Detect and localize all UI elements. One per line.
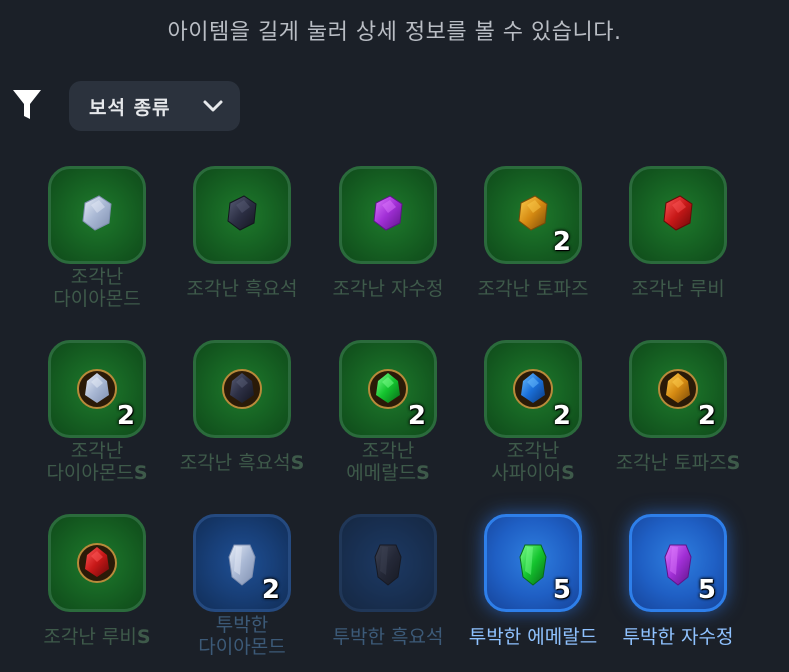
item-tile[interactable]: 2 [48,340,146,438]
set-suffix: S [416,462,430,484]
item-tile[interactable] [193,166,291,264]
set-suffix: S [133,462,148,484]
item-name-line: 조각난 [18,266,176,288]
quantity-badge: 2 [552,401,571,431]
item-name-text: 조각난 토파즈 [477,278,589,300]
item-name-text: 조각난 루비 [43,626,137,648]
item-tile[interactable] [48,166,146,264]
quantity-badge: 2 [261,575,280,605]
item-name: 조각난 루비S [18,626,176,648]
item-tile[interactable]: 5 [484,514,582,612]
item-name: 조각난 루비 [599,278,757,300]
ruby-gem-icon [663,195,693,231]
obsidian-gem-icon [222,369,262,409]
item-name-line: 투박한 에메랄드 [454,626,612,648]
item-name-line: 투박한 흑요석 [309,626,467,648]
item-name-text: 에메랄드 [346,462,417,484]
item-name-line: 조각난 자수정 [309,278,467,300]
item-name: 조각난 다이아몬드 [18,266,176,310]
item-name: 투박한 에메랄드 [454,626,612,648]
item-name-text: 투박한 에메랄드 [468,626,598,648]
item-name-line: 조각난 흑요석 [163,278,321,300]
set-suffix: S [136,626,151,648]
item-name-text: 조각난 [506,440,560,462]
item-name: 조각난 사파이어S [454,440,612,484]
obsidian-gem-icon [227,195,257,231]
item-name-text: 조각난 루비 [631,278,725,300]
item-name: 조각난 토파즈 [454,278,612,300]
item-name-text: 조각난 토파즈 [615,452,727,474]
item-name-text: 조각난 흑요석 [179,452,291,474]
item-name: 투박한 다이아몬드 [163,614,321,658]
obsidian-gem-icon [374,544,402,586]
item-name-line: 조각난 흑요석S [163,452,321,474]
item-name: 조각난 자수정 [309,278,467,300]
item-name-text: 다이아몬드 [198,636,286,658]
item-name-text: 투박한 자수정 [622,626,734,648]
quantity-badge: 2 [552,227,571,257]
item-name: 투박한 흑요석 [309,626,467,648]
item-name-line: 사파이어S [454,462,612,484]
item-name-text: 조각난 [70,266,124,288]
item-name: 조각난 다이아몬드S [18,440,176,484]
set-suffix: S [726,452,741,474]
item-name-line: 조각난 [18,440,176,462]
item-name-line: 조각난 루비 [599,278,757,300]
item-tile[interactable] [339,166,437,264]
item-tile[interactable]: 2 [629,340,727,438]
item-name-text: 다이아몬드 [46,462,134,484]
item-name-line: 다이아몬드S [18,462,176,484]
item-name-text: 조각난 [361,440,415,462]
ruby-gem-icon [77,543,117,583]
item-name-text: 조각난 자수정 [332,278,444,300]
item-name-line: 다이아몬드 [163,636,321,658]
item-tile[interactable]: 2 [339,340,437,438]
item-name-line: 조각난 토파즈 [454,278,612,300]
set-suffix: S [290,452,305,474]
item-name: 조각난 흑요석 [163,278,321,300]
item-name-text: 사파이어 [491,462,562,484]
item-tile[interactable]: 2 [193,514,291,612]
item-tile[interactable]: 5 [629,514,727,612]
item-name-text: 투박한 흑요석 [332,626,444,648]
item-tile[interactable] [629,166,727,264]
amethyst-gem-icon [373,195,403,231]
item-name-line: 투박한 [163,614,321,636]
item-name-line: 에메랄드S [309,462,467,484]
item-name-line: 조각난 토파즈S [599,452,757,474]
item-name-line: 다이아몬드 [18,288,176,310]
item-tile[interactable]: 2 [484,166,582,264]
quantity-badge: 2 [697,401,716,431]
item-name: 조각난 흑요석S [163,452,321,474]
quantity-badge: 5 [552,575,571,605]
item-name-line: 조각난 [454,440,612,462]
item-name-line: 조각난 [309,440,467,462]
item-grid: 조각난 다이아몬드 조각난 흑요석 조각난 자수정 2 조각난 토파즈 조각난 루비… [0,0,789,672]
item-name-line: 투박한 자수정 [599,626,757,648]
diamond-gem-icon [82,195,112,231]
set-suffix: S [561,462,575,484]
item-name-text: 다이아몬드 [53,288,141,310]
item-name: 투박한 자수정 [599,626,757,648]
item-name-text: 조각난 [70,440,124,462]
item-tile[interactable] [339,514,437,612]
quantity-badge: 2 [116,401,135,431]
quantity-badge: 5 [697,575,716,605]
item-name: 조각난 에메랄드S [309,440,467,484]
item-tile[interactable] [48,514,146,612]
item-tile[interactable] [193,340,291,438]
item-name-text: 투박한 [215,614,269,636]
item-name-line: 조각난 루비S [18,626,176,648]
item-name: 조각난 토파즈S [599,452,757,474]
quantity-badge: 2 [407,401,426,431]
item-name-text: 조각난 흑요석 [186,278,298,300]
item-tile[interactable]: 2 [484,340,582,438]
